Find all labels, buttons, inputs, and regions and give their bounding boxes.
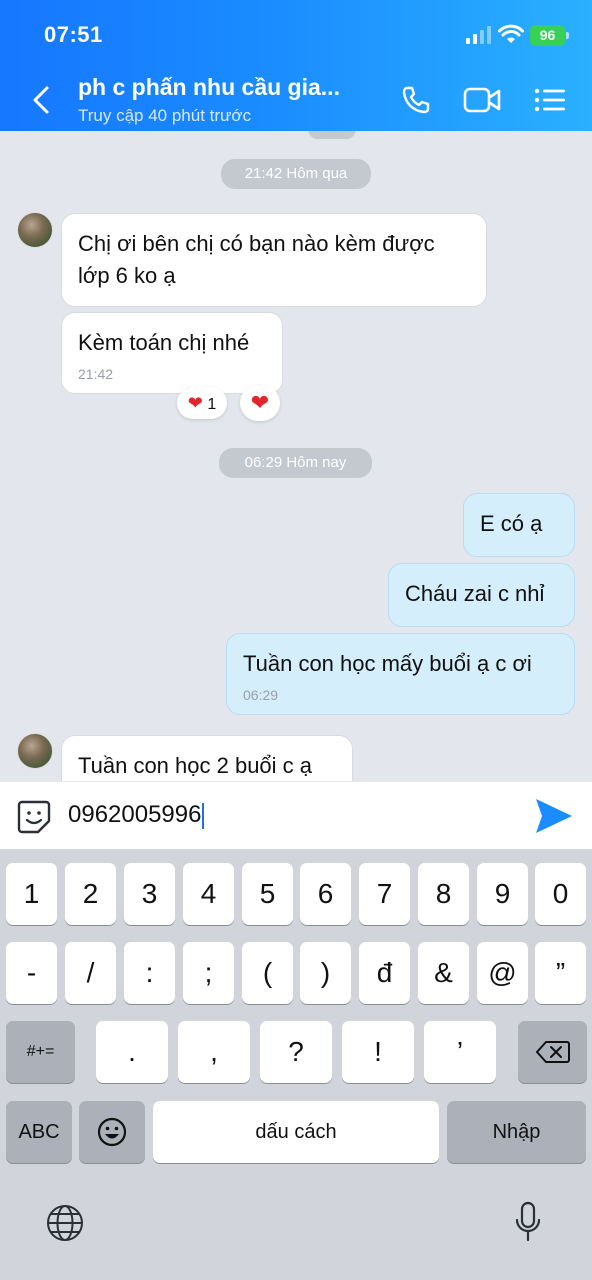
message-text: Cháu zai c nhỉ (405, 581, 545, 606)
backspace-icon (535, 1041, 570, 1063)
key-7[interactable]: 7 (359, 863, 410, 925)
backspace-key[interactable] (518, 1021, 587, 1083)
sticker-icon[interactable] (16, 799, 52, 835)
reaction-count-badge[interactable]: ❤ 1 (177, 387, 227, 419)
space-key[interactable]: dấu cách (153, 1101, 439, 1163)
wifi-icon (498, 24, 524, 43)
symbols-toggle-key[interactable]: #+= (6, 1021, 75, 1083)
menu-list-icon[interactable] (534, 88, 566, 112)
message-text: Chị ơi bên chị có bạn nào kèm được lớp 6… (78, 231, 435, 288)
reaction-count: 1 (207, 396, 217, 413)
key-ampersand[interactable]: & (418, 942, 469, 1004)
key-close-paren[interactable]: ) (300, 942, 351, 1004)
message-text: Kèm toán chị nhé (78, 330, 250, 355)
last-seen-status: Truy cập 40 phút trước (78, 106, 252, 125)
video-call-icon[interactable] (463, 86, 501, 114)
heart-icon: ❤ (187, 393, 203, 413)
message-text: Tuần con học 2 buổi c ạ (78, 753, 313, 778)
phone-icon[interactable] (400, 84, 432, 116)
incoming-message[interactable]: Kèm toán chị nhé 21:42 (61, 312, 283, 394)
key-apostrophe[interactable]: ’ (424, 1021, 496, 1083)
key-at[interactable]: @ (477, 942, 528, 1004)
status-time: 07:51 (44, 22, 103, 47)
message-time: 06:29 (243, 687, 279, 703)
keyboard: 1 2 3 4 5 6 7 8 9 0 - / : ; ( ) đ & @ ” … (0, 849, 592, 1280)
abc-key[interactable]: ABC (6, 1101, 72, 1163)
date-separator: 06:29 Hôm nay (219, 448, 372, 478)
add-reaction-button[interactable]: ❤ (240, 385, 280, 421)
key-open-paren[interactable]: ( (242, 942, 293, 1004)
key-question[interactable]: ? (260, 1021, 332, 1083)
key-d-stroke[interactable]: đ (359, 942, 410, 1004)
message-text: E có ạ (480, 511, 543, 536)
key-semicolon[interactable]: ; (183, 942, 234, 1004)
incoming-message[interactable]: Chị ơi bên chị có bạn nào kèm được lớp 6… (61, 213, 487, 307)
send-icon[interactable] (534, 797, 574, 835)
globe-icon[interactable] (45, 1203, 85, 1243)
outgoing-message[interactable]: E có ạ (463, 493, 575, 557)
conversation-title[interactable]: ph c phấn nhu cầu gia... (78, 74, 340, 101)
date-separator: 21:42 Hôm qua (221, 159, 371, 189)
key-0[interactable]: 0 (535, 863, 586, 925)
key-2[interactable]: 2 (65, 863, 116, 925)
key-1[interactable]: 1 (6, 863, 57, 925)
signal-icon (466, 26, 491, 44)
incoming-message[interactable]: Tuần con học 2 buổi c ạ (61, 735, 353, 781)
message-time: 21:42 (78, 366, 114, 382)
key-colon[interactable]: : (124, 942, 175, 1004)
key-period[interactable]: . (96, 1021, 168, 1083)
key-comma[interactable]: , (178, 1021, 250, 1083)
key-exclamation[interactable]: ! (342, 1021, 414, 1083)
emoji-icon (97, 1117, 127, 1147)
key-quote[interactable]: ” (535, 942, 586, 1004)
key-3[interactable]: 3 (124, 863, 175, 925)
emoji-key[interactable] (79, 1101, 145, 1163)
key-8[interactable]: 8 (418, 863, 469, 925)
message-composer: 0962005996 (0, 781, 592, 849)
microphone-icon[interactable] (514, 1201, 542, 1243)
chat-header: 07:51 96 ph c phấn nhu cầu gia... Truy c… (0, 0, 592, 131)
contact-avatar[interactable] (17, 212, 53, 248)
key-9[interactable]: 9 (477, 863, 528, 925)
message-list[interactable]: 21:42 Hôm qua Chị ơi bên chị có bạn nào … (0, 131, 592, 781)
text-caret (202, 802, 205, 829)
contact-avatar[interactable] (17, 733, 53, 769)
key-slash[interactable]: / (65, 942, 116, 1004)
battery-indicator: 96 (530, 25, 569, 46)
key-5[interactable]: 5 (242, 863, 293, 925)
outgoing-message[interactable]: Cháu zai c nhỉ (388, 563, 575, 627)
key-4[interactable]: 4 (183, 863, 234, 925)
date-separator-partial (308, 131, 356, 139)
outgoing-message[interactable]: Tuần con học mấy buổi ạ c ơi 06:29 (226, 633, 575, 715)
message-input-value: 0962005996 (68, 801, 202, 828)
heart-icon: ❤ (250, 390, 270, 415)
status-bar: 07:51 96 (0, 0, 592, 70)
enter-key[interactable]: Nhập (447, 1101, 586, 1163)
message-text: Tuần con học mấy buổi ạ c ơi (243, 651, 532, 676)
back-arrow-icon[interactable] (28, 84, 54, 116)
key-hyphen[interactable]: - (6, 942, 57, 1004)
key-6[interactable]: 6 (300, 863, 351, 925)
message-input[interactable]: 0962005996 (68, 800, 205, 830)
